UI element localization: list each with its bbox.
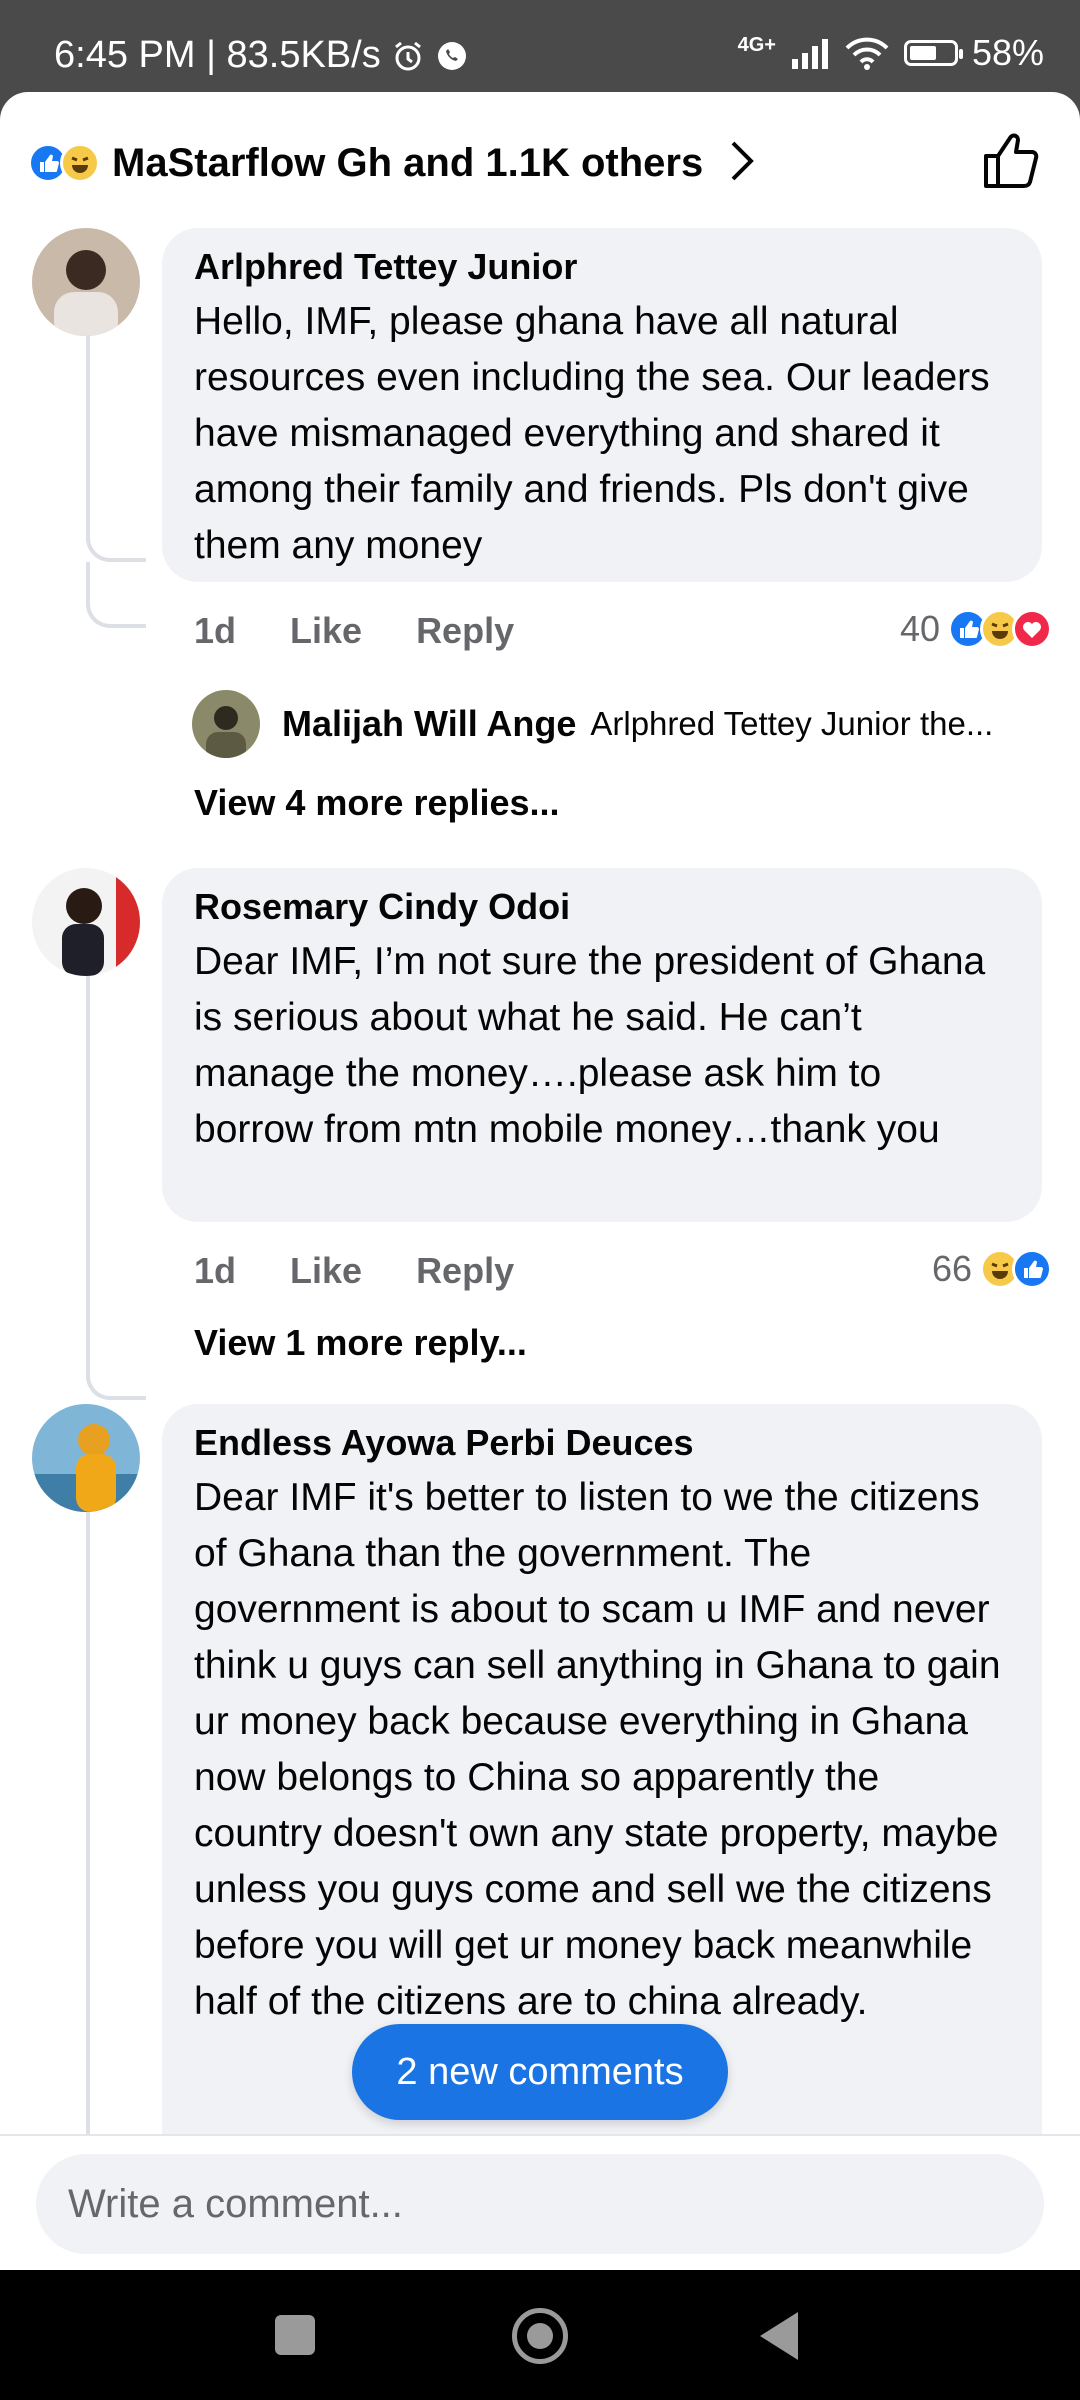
reaction-count[interactable]: 40: [900, 608, 1052, 650]
comment-time[interactable]: 1d: [194, 610, 236, 652]
battery-percent: 58%: [971, 32, 1044, 73]
chevron-right-icon: [729, 139, 755, 188]
recents-icon[interactable]: [275, 2315, 315, 2355]
haha-reaction-icon: [60, 143, 100, 183]
reaction-count[interactable]: 66: [932, 1248, 1052, 1290]
reply-button[interactable]: Reply: [416, 610, 514, 652]
status-left: 6:45 PM | 83.5KB/s: [54, 34, 469, 77]
avatar[interactable]: [32, 228, 140, 336]
comment-text: Dear IMF it's better to listen to we the…: [194, 1476, 1001, 2023]
reaction-count-number: 66: [931, 1248, 972, 1289]
status-bar: 6:45 PM | 83.5KB/s 4G+ 58%: [0, 0, 1080, 92]
comment-actions: 1d Like Reply: [194, 610, 514, 652]
comment-author[interactable]: Rosemary Cindy Odoi: [194, 886, 1008, 928]
home-icon[interactable]: [512, 2308, 568, 2364]
like-button[interactable]: Like: [290, 610, 362, 652]
thread-connector: [86, 562, 146, 628]
avatar[interactable]: [192, 690, 260, 758]
comment-actions: 1d Like Reply: [194, 1250, 514, 1292]
comment-text: Dear IMF, I’m not sure the president of …: [194, 940, 986, 1151]
reaction-count-number: 40: [899, 608, 940, 649]
reply-button[interactable]: Reply: [416, 1250, 514, 1292]
like-reaction-icon: [1012, 1249, 1052, 1289]
thread-connector: [86, 1332, 146, 1400]
comment-text: Hello, IMF, please ghana have all natura…: [194, 300, 990, 567]
new-comments-button[interactable]: 2 new comments: [352, 2024, 728, 2120]
avatar[interactable]: [32, 868, 140, 976]
comment-bubble[interactable]: Arlphred Tettey Junior Hello, IMF, pleas…: [162, 228, 1042, 582]
reactions-header[interactable]: MaStarflow Gh and 1.1K others: [28, 128, 1052, 198]
reply-preview[interactable]: Malijah Will Ange Arlphred Tettey Junior…: [192, 690, 1042, 758]
status-time-speed: 6:45 PM | 83.5KB/s: [54, 34, 381, 76]
wifi-icon: [844, 36, 890, 70]
view-more-replies-button[interactable]: View 4 more replies...: [194, 782, 560, 824]
thread-connector: [86, 522, 146, 562]
like-button[interactable]: Like: [290, 1250, 362, 1292]
thread-line: [86, 962, 90, 1362]
like-post-button[interactable]: [980, 128, 1040, 197]
avatar[interactable]: [32, 1404, 140, 1512]
thread-line: [86, 1512, 90, 2212]
system-nav-bar: [0, 2270, 1080, 2400]
comment-input[interactable]: Write a comment...: [36, 2154, 1044, 2254]
comments-sheet: MaStarflow Gh and 1.1K others Arlphred T…: [0, 92, 1080, 2270]
comment-time[interactable]: 1d: [194, 1250, 236, 1292]
back-icon[interactable]: [760, 2312, 798, 2360]
love-reaction-icon: [1012, 609, 1052, 649]
comment-composer: Write a comment...: [0, 2134, 1080, 2270]
battery-fill: [909, 46, 936, 60]
reply-text: Arlphred Tettey Junior the...: [590, 705, 994, 742]
status-right: 4G+ 58%: [738, 32, 1044, 74]
comment-author[interactable]: Arlphred Tettey Junior: [194, 246, 1008, 288]
reaction-icons: [28, 143, 100, 183]
thread-line: [86, 312, 90, 542]
comment-bubble[interactable]: Rosemary Cindy Odoi Dear IMF, I’m not su…: [162, 868, 1042, 1222]
alarm-icon: [391, 39, 425, 73]
network-label: 4G+: [737, 33, 776, 56]
battery-icon: [903, 40, 963, 66]
view-more-replies-button[interactable]: View 1 more reply...: [194, 1322, 527, 1364]
reply-author[interactable]: Malijah Will Ange: [282, 703, 576, 745]
comment-author[interactable]: Endless Ayowa Perbi Deuces: [194, 1422, 1008, 1464]
whatsapp-icon: [435, 39, 469, 73]
signal-icon: [790, 37, 830, 69]
reactions-summary: MaStarflow Gh and 1.1K others: [112, 140, 704, 185]
